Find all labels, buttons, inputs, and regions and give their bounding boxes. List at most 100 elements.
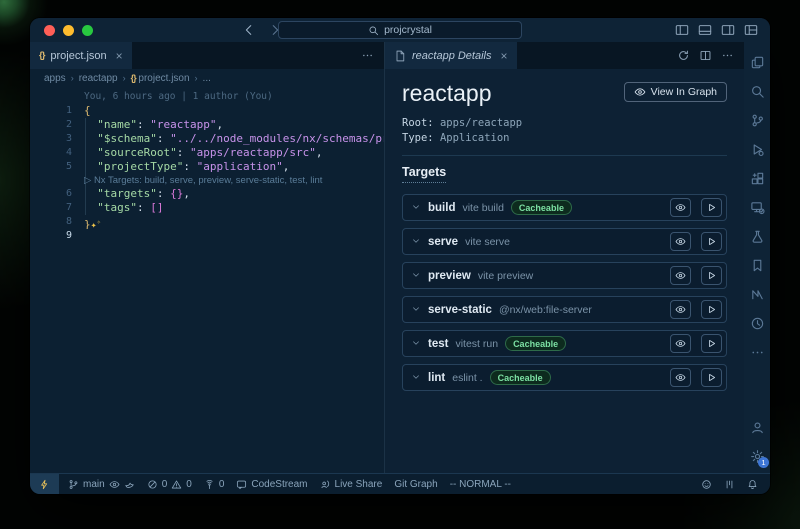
- more-actions-icon[interactable]: [361, 49, 374, 62]
- show-target-config-button[interactable]: [670, 334, 691, 353]
- target-row-preview[interactable]: preview vite preview: [402, 262, 727, 289]
- chevron-down-icon[interactable]: [411, 233, 421, 251]
- activity-source-control[interactable]: [744, 106, 770, 135]
- show-target-config-button[interactable]: [670, 300, 691, 319]
- activity-extensions[interactable]: [744, 164, 770, 193]
- line-number: 1: [30, 104, 84, 118]
- status-formatter[interactable]: [718, 474, 741, 494]
- target-detail: vite preview: [478, 270, 533, 282]
- close-icon[interactable]: ×: [501, 49, 508, 63]
- split-editor-icon[interactable]: [699, 49, 712, 62]
- run-target-button[interactable]: [701, 334, 722, 353]
- line-number: 9: [30, 229, 84, 243]
- feedback-icon: [701, 479, 712, 490]
- run-target-button[interactable]: [701, 198, 722, 217]
- command-center-search[interactable]: projcrystal: [278, 21, 522, 39]
- source-control-icon: [750, 113, 765, 128]
- target-detail: vite build: [462, 202, 503, 214]
- workbench: {} project.json × apps›reactapp›{} proje…: [30, 42, 770, 473]
- more-icon: [750, 345, 765, 360]
- line-number: 3: [30, 132, 84, 146]
- breadcrumb-item[interactable]: apps: [44, 73, 66, 84]
- eye-icon: [675, 270, 686, 281]
- back-icon[interactable]: [242, 23, 256, 37]
- project-root: apps/reactapp: [440, 117, 522, 129]
- codestream-icon: [236, 479, 247, 490]
- breadcrumb-item[interactable]: ...: [203, 73, 211, 84]
- activity-search[interactable]: [744, 77, 770, 106]
- activity-bar: 1: [744, 42, 770, 473]
- close-icon[interactable]: ×: [116, 49, 123, 63]
- breadcrumb-item[interactable]: {} project.json: [131, 73, 190, 84]
- activity-bookmarks[interactable]: [744, 251, 770, 280]
- show-target-config-button[interactable]: [670, 198, 691, 217]
- tab-label: project.json: [50, 50, 106, 62]
- target-row-lint[interactable]: lint eslint . Cacheable: [402, 364, 727, 391]
- chevron-down-icon[interactable]: [411, 267, 421, 285]
- close-window-button[interactable]: [44, 25, 55, 36]
- run-target-button[interactable]: [701, 266, 722, 285]
- toggle-sidebar-icon[interactable]: [675, 23, 689, 37]
- status-git-graph[interactable]: Git Graph: [388, 474, 443, 494]
- tabbar-left: {} project.json ×: [30, 42, 384, 69]
- tab-reactapp-details[interactable]: reactapp Details ×: [385, 42, 517, 69]
- chevron-down-icon[interactable]: [411, 199, 421, 217]
- breadcrumb[interactable]: apps›reactapp›{} project.json›...: [30, 69, 384, 87]
- status-broadcast[interactable]: 0: [198, 474, 231, 494]
- view-in-graph-button[interactable]: View In Graph: [624, 82, 727, 102]
- activity-settings[interactable]: 1: [744, 442, 770, 471]
- activity-nx-console[interactable]: [744, 280, 770, 309]
- tabbar-right: reactapp Details ×: [385, 42, 744, 69]
- play-icon: [706, 338, 717, 349]
- eye-icon: [675, 236, 686, 247]
- play-icon: [706, 304, 717, 315]
- chevron-down-icon[interactable]: [411, 335, 421, 353]
- target-detail: eslint .: [452, 372, 482, 384]
- run-target-button[interactable]: [701, 232, 722, 251]
- status-remote-indicator[interactable]: [30, 474, 59, 494]
- show-target-config-button[interactable]: [670, 368, 691, 387]
- search-text: projcrystal: [384, 24, 432, 36]
- warning-icon: [171, 479, 182, 490]
- code-editor[interactable]: You, 6 hours ago | 1 author (You)1{2 "na…: [30, 87, 384, 473]
- code-line-3: 3 "$schema": "../../node_modules/nx/sche…: [30, 132, 384, 146]
- target-row-test[interactable]: test vitest run Cacheable: [402, 330, 727, 357]
- minimize-window-button[interactable]: [63, 25, 74, 36]
- zoom-window-button[interactable]: [82, 25, 93, 36]
- target-detail: @nx/web:file-server: [499, 304, 592, 316]
- status-problems[interactable]: 00: [141, 474, 198, 494]
- target-row-serve[interactable]: serve vite serve: [402, 228, 727, 255]
- code-line-2: 2 "name": "reactapp",: [30, 118, 384, 132]
- activity-run-and-debug[interactable]: [744, 135, 770, 164]
- status-notifications[interactable]: [741, 474, 764, 494]
- run-target-button[interactable]: [701, 300, 722, 319]
- customize-layout-icon[interactable]: [744, 23, 758, 37]
- activity-more-views[interactable]: [744, 338, 770, 367]
- activity-history[interactable]: [744, 309, 770, 338]
- target-detail: vitest run: [455, 338, 498, 350]
- line-number: 8: [30, 215, 84, 229]
- toggle-secondary-sidebar-icon[interactable]: [721, 23, 735, 37]
- refresh-icon[interactable]: [677, 49, 690, 62]
- show-target-config-button[interactable]: [670, 232, 691, 251]
- status-vim-mode[interactable]: -- NORMAL --: [444, 474, 517, 494]
- toggle-panel-icon[interactable]: [698, 23, 712, 37]
- activity-explorer[interactable]: [744, 48, 770, 77]
- activity-account[interactable]: [744, 413, 770, 442]
- tab-project-json[interactable]: {} project.json ×: [30, 42, 132, 69]
- target-row-build[interactable]: build vite build Cacheable: [402, 194, 727, 221]
- target-row-serve-static[interactable]: serve-static @nx/web:file-server: [402, 296, 727, 323]
- more-actions-icon[interactable]: [721, 49, 734, 62]
- nx-targets-codelens[interactable]: ▷ Nx Targets: build, serve, preview, ser…: [30, 174, 384, 187]
- show-target-config-button[interactable]: [670, 266, 691, 285]
- status-git-branch[interactable]: main: [62, 474, 141, 494]
- status-live-share[interactable]: Live Share: [314, 474, 389, 494]
- status-feedback[interactable]: [695, 474, 718, 494]
- activity-remote-explorer[interactable]: [744, 193, 770, 222]
- run-target-button[interactable]: [701, 368, 722, 387]
- chevron-down-icon[interactable]: [411, 301, 421, 319]
- activity-testing[interactable]: [744, 222, 770, 251]
- breadcrumb-item[interactable]: reactapp: [79, 73, 118, 84]
- chevron-down-icon[interactable]: [411, 369, 421, 387]
- status-codestream[interactable]: CodeStream: [230, 474, 313, 494]
